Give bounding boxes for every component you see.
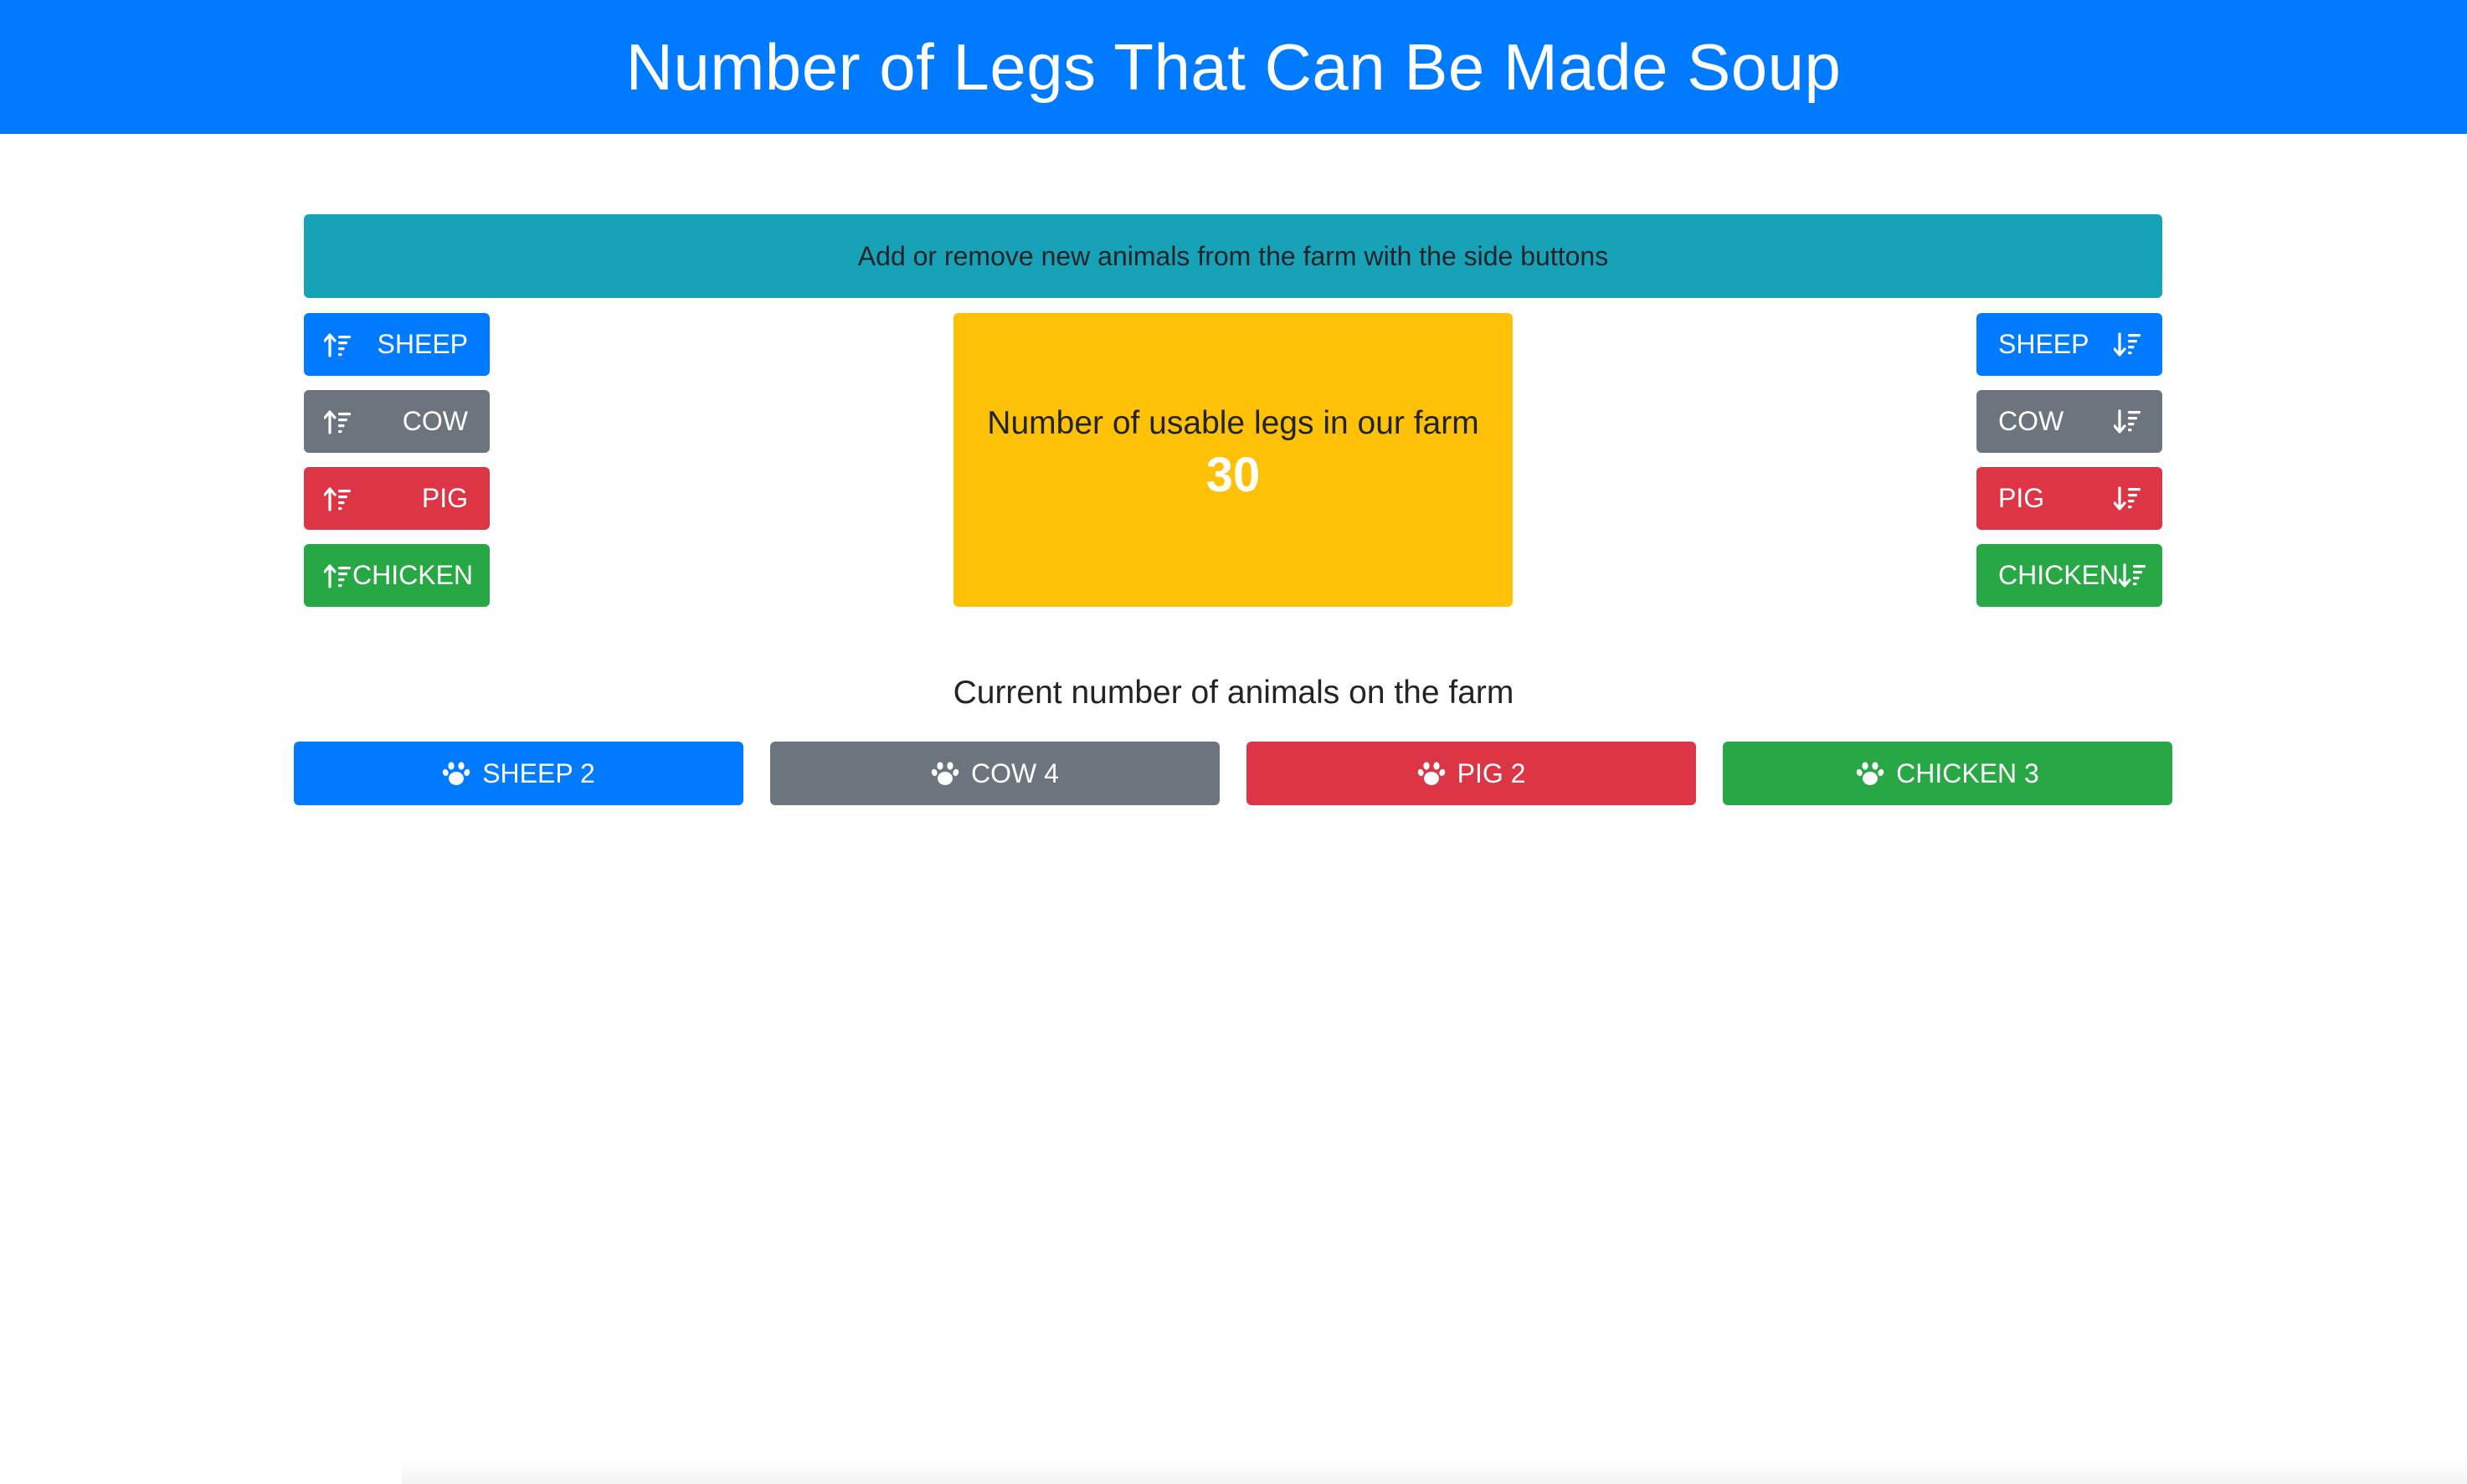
sort-ascending-icon — [324, 409, 352, 434]
add-sheep-label: SHEEP — [377, 329, 468, 359]
paw-icon — [1856, 760, 1884, 787]
remove-chicken-button[interactable]: CHICKEN — [1976, 544, 2162, 607]
add-sheep-button[interactable]: SHEEP — [304, 313, 490, 376]
legs-value: 30 — [1205, 448, 1261, 502]
sort-descending-icon — [2119, 563, 2147, 588]
legs-card: Number of usable legs in our farm 30 — [953, 313, 1513, 607]
info-alert: Add or remove new animals from the farm … — [304, 214, 2162, 298]
add-cow-label: COW — [402, 406, 468, 436]
remove-cow-button[interactable]: COW — [1976, 390, 2162, 453]
remove-pig-button[interactable]: PIG — [1976, 467, 2162, 530]
page-title: Number of Legs That Can Be Made Soup — [625, 29, 1842, 104]
remove-cow-label: COW — [1998, 406, 2064, 436]
cow-count-label: COW 4 — [971, 757, 1059, 788]
pig-count-button[interactable]: PIG 2 — [1246, 742, 1696, 805]
sort-descending-icon — [2114, 486, 2142, 511]
remove-chicken-label: CHICKEN — [1998, 560, 2120, 590]
add-cow-button[interactable]: COW — [304, 390, 490, 453]
pig-count-label: PIG 2 — [1457, 757, 1526, 788]
remove-sheep-label: SHEEP — [1998, 329, 2089, 359]
sort-ascending-icon — [324, 563, 352, 588]
legs-label: Number of usable legs in our farm — [987, 405, 1479, 441]
paw-icon — [931, 760, 959, 787]
remove-pig-label: PIG — [1998, 483, 2045, 513]
sort-ascending-icon — [324, 332, 352, 357]
sort-ascending-icon — [324, 486, 352, 511]
cow-count-button[interactable]: COW 4 — [770, 742, 1220, 805]
info-text: Add or remove new animals from the farm … — [857, 240, 1609, 271]
add-pig-label: PIG — [421, 483, 468, 513]
bottom-shadow — [402, 1461, 2467, 1484]
app-header: Number of Legs That Can Be Made Soup — [0, 0, 2467, 134]
paw-icon — [1417, 760, 1446, 787]
sheep-count-button[interactable]: SHEEP 2 — [294, 742, 743, 805]
remove-sheep-button[interactable]: SHEEP — [1976, 313, 2162, 376]
add-pig-button[interactable]: PIG — [304, 467, 490, 530]
chicken-count-label: CHICKEN 3 — [1896, 757, 2039, 788]
sheep-count-label: SHEEP 2 — [482, 757, 595, 788]
animals-heading: Current number of animals on the farm — [953, 675, 1514, 711]
add-chicken-label: CHICKEN — [352, 560, 474, 590]
paw-icon — [442, 760, 470, 787]
add-chicken-button[interactable]: CHICKEN — [304, 544, 490, 607]
sort-descending-icon — [2114, 332, 2142, 357]
sort-descending-icon — [2114, 409, 2142, 434]
chicken-count-button[interactable]: CHICKEN 3 — [1723, 742, 2172, 805]
